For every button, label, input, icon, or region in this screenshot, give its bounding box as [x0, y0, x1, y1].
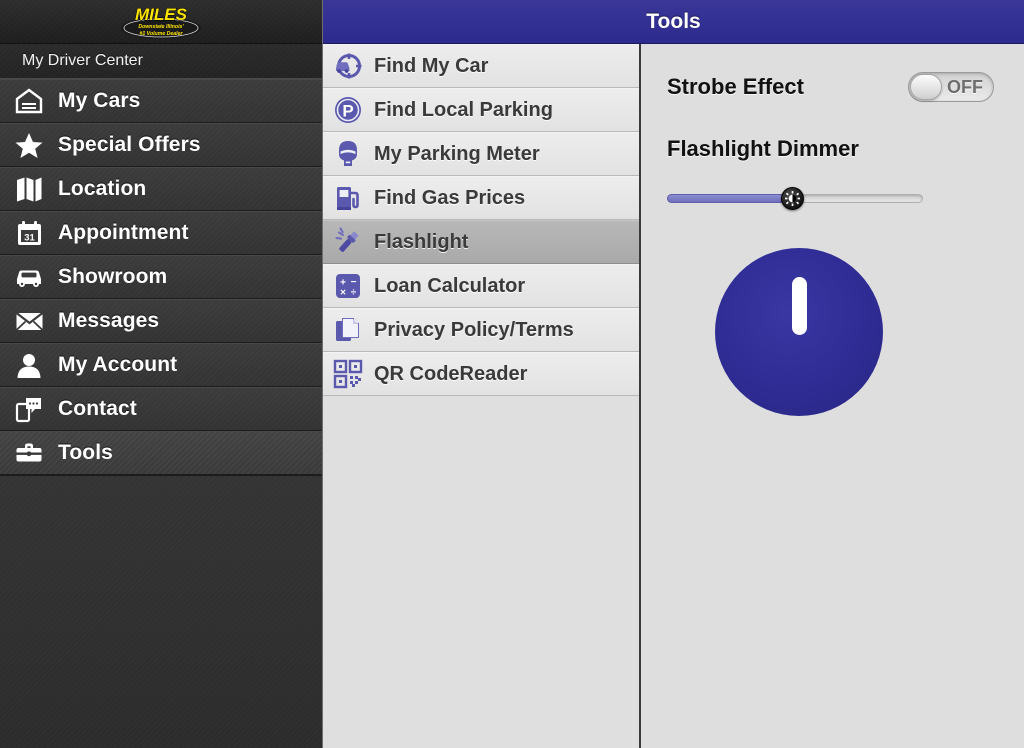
title-bar: Tools	[323, 0, 1024, 44]
sidebar-item-label: Contact	[58, 397, 137, 420]
left-sidebar: MILES Downstate Illinois' #1 Volume Deal…	[0, 0, 323, 748]
tools-item-label: My Parking Meter	[374, 142, 540, 165]
svg-text:÷: ÷	[351, 288, 357, 299]
garage-icon	[12, 86, 46, 116]
svg-text:−: −	[351, 277, 357, 288]
parking-p-icon: P	[332, 94, 364, 126]
sidebar-item-my-cars[interactable]: My Cars	[0, 79, 322, 123]
car-icon	[12, 262, 46, 292]
calendar-day-number: 31	[24, 232, 35, 243]
toolbox-icon	[12, 438, 46, 468]
panes: Find My Car P Find Local Parking My Park…	[323, 44, 1024, 748]
logo-bar: MILES Downstate Illinois' #1 Volume Deal…	[0, 0, 322, 44]
flashlight-icon	[332, 226, 364, 258]
sidebar-item-label: Tools	[58, 441, 113, 464]
brightness-icon	[785, 191, 801, 206]
sidebar-item-appointment[interactable]: 31 Appointment	[0, 211, 322, 255]
sidebar-item-special-offers[interactable]: Special Offers	[0, 123, 322, 167]
tools-item-label: Find Local Parking	[374, 98, 553, 121]
sidebar-item-contact[interactable]: Contact	[0, 387, 322, 431]
tools-item-label: Loan Calculator	[374, 274, 526, 297]
sidebar-item-location[interactable]: Location	[0, 167, 322, 211]
power-icon	[791, 277, 807, 335]
tools-item-find-my-car[interactable]: Find My Car	[323, 44, 639, 88]
driver-center-header: My Driver Center	[0, 44, 322, 79]
svg-text:×: ×	[340, 288, 346, 299]
toggle-knob	[910, 74, 942, 100]
sidebar-item-label: My Account	[58, 353, 178, 376]
tools-item-find-local-parking[interactable]: P Find Local Parking	[323, 88, 639, 132]
toggle-state-label: OFF	[947, 76, 983, 97]
tools-item-label: QR CodeReader	[374, 362, 528, 385]
driver-center-label: My Driver Center	[22, 52, 143, 69]
sidebar-empty-area	[0, 475, 322, 748]
tools-item-qr-code-reader[interactable]: QR CodeReader	[323, 352, 639, 396]
content-area: Tools Find My Car P Find Local Parking M…	[323, 0, 1024, 748]
flashlight-dimmer-slider[interactable]	[667, 186, 923, 210]
svg-text:#1 Volume Dealer: #1 Volume Dealer	[139, 31, 183, 37]
sidebar-item-my-account[interactable]: My Account	[0, 343, 322, 387]
tools-item-label: Find My Car	[374, 54, 489, 77]
person-icon	[12, 350, 46, 380]
calendar-icon: 31	[12, 218, 46, 248]
car-locator-icon	[332, 50, 364, 82]
svg-text:MILES: MILES	[135, 5, 188, 24]
tools-item-label: Find Gas Prices	[374, 186, 526, 209]
flashlight-power-button[interactable]	[715, 248, 883, 416]
page-title: Tools	[646, 9, 701, 33]
sidebar-item-showroom[interactable]: Showroom	[0, 255, 322, 299]
star-icon	[12, 130, 46, 160]
app-root: MILES Downstate Illinois' #1 Volume Deal…	[0, 0, 1024, 748]
gas-pump-icon	[332, 182, 364, 214]
slider-thumb[interactable]	[781, 187, 805, 210]
tools-item-flashlight[interactable]: Flashlight	[323, 220, 639, 264]
parking-meter-icon	[332, 138, 364, 170]
tools-list-empty-area	[323, 396, 639, 748]
slider-fill	[667, 194, 793, 203]
qr-code-icon	[332, 358, 364, 390]
sidebar-item-label: Appointment	[58, 221, 189, 244]
sidebar-item-messages[interactable]: Messages	[0, 299, 322, 343]
strobe-effect-toggle[interactable]: OFF	[908, 72, 994, 102]
sidebar-item-label: Messages	[58, 309, 160, 332]
miles-logo[interactable]: MILES Downstate Illinois' #1 Volume Deal…	[115, 2, 207, 42]
documents-icon	[332, 314, 364, 346]
miles-logo-icon: MILES Downstate Illinois' #1 Volume Deal…	[121, 4, 201, 39]
tools-item-my-parking-meter[interactable]: My Parking Meter	[323, 132, 639, 176]
strobe-effect-row: Strobe Effect OFF	[667, 72, 994, 102]
svg-text:P: P	[342, 102, 353, 121]
sidebar-item-label: Showroom	[58, 265, 168, 288]
tools-item-find-gas-prices[interactable]: Find Gas Prices	[323, 176, 639, 220]
sidebar-item-label: Special Offers	[58, 133, 201, 156]
map-icon	[12, 174, 46, 204]
tools-list: Find My Car P Find Local Parking My Park…	[323, 44, 641, 748]
envelope-icon	[12, 306, 46, 336]
svg-text:Downstate Illinois': Downstate Illinois'	[138, 24, 184, 30]
flashlight-panel: Strobe Effect OFF Flashlight Dimmer	[641, 44, 1024, 748]
sidebar-item-label: My Cars	[58, 89, 141, 112]
strobe-effect-label: Strobe Effect	[667, 74, 804, 99]
sidebar-item-tools[interactable]: Tools	[0, 431, 322, 475]
calculator-icon: + − × ÷	[332, 270, 364, 302]
chat-device-icon	[12, 394, 46, 424]
tools-item-privacy-policy-terms[interactable]: Privacy Policy/Terms	[323, 308, 639, 352]
tools-item-label: Privacy Policy/Terms	[374, 318, 574, 341]
tools-item-label: Flashlight	[374, 230, 469, 253]
sidebar-item-label: Location	[58, 177, 147, 200]
tools-item-loan-calculator[interactable]: + − × ÷ Loan Calculator	[323, 264, 639, 308]
flashlight-dimmer-label: Flashlight Dimmer	[667, 136, 859, 161]
